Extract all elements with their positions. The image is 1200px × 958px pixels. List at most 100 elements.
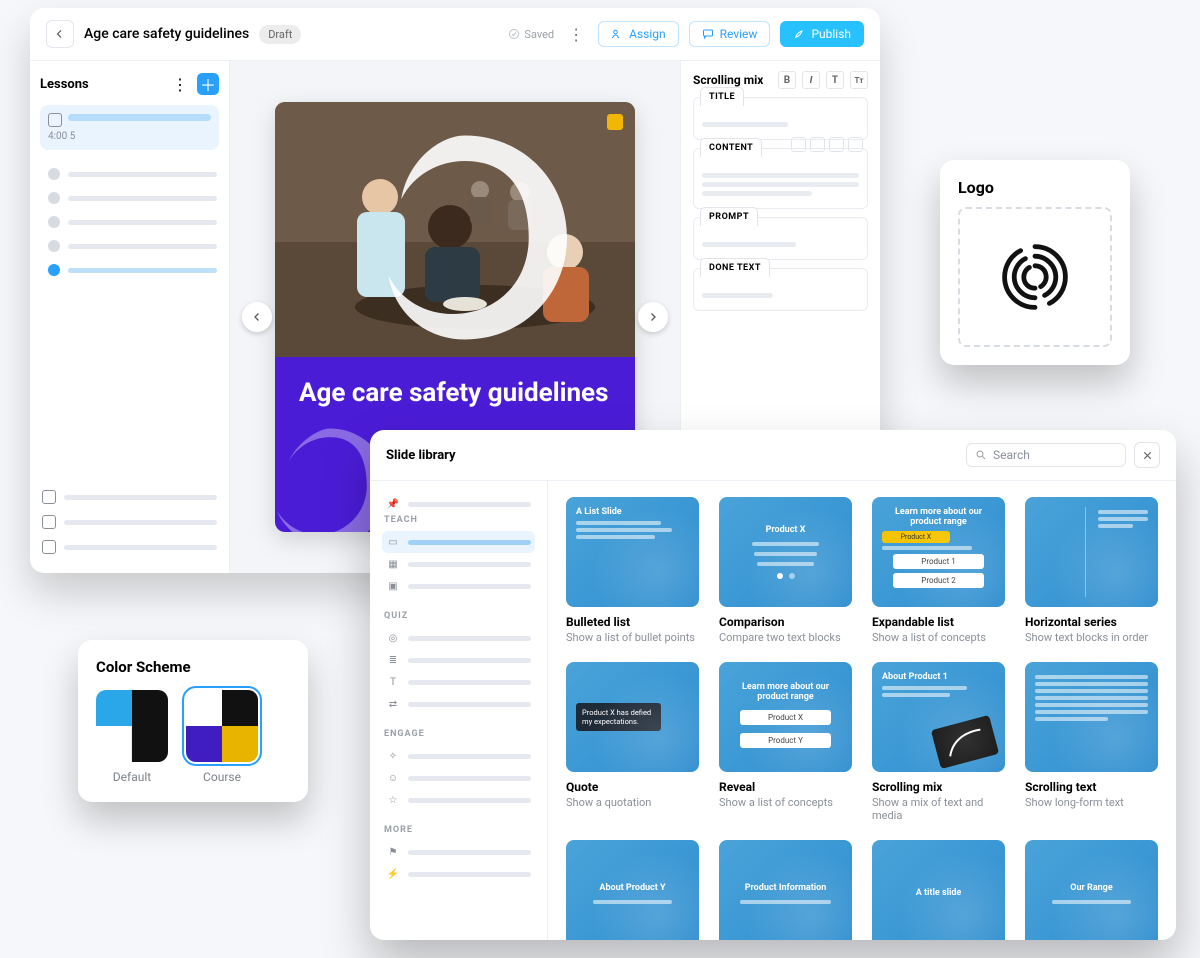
slide-tag <box>607 114 623 130</box>
outline-item[interactable] <box>46 164 219 184</box>
content-panel[interactable]: CONTENT <box>693 148 868 209</box>
chevron-right-icon <box>647 311 659 323</box>
sidebar-item[interactable]: ⚡ <box>382 863 535 885</box>
selected-lesson-card[interactable]: 4:00 5 <box>40 105 219 150</box>
template-name: Bulleted list <box>566 615 699 629</box>
slide-image <box>275 102 635 357</box>
textsize-button[interactable]: Tт <box>850 71 868 89</box>
lessons-heading: Lessons <box>40 77 163 92</box>
template-reveal[interactable]: Learn more about our product range Produ… <box>719 662 852 822</box>
format-tools: B I T Tт <box>778 71 868 89</box>
text-button[interactable]: T <box>826 71 844 89</box>
more-menu[interactable]: ⋮ <box>564 22 588 46</box>
template-thumb: Learn more about our product range Produ… <box>872 497 1005 607</box>
review-button[interactable]: Review <box>689 21 771 47</box>
book-icon <box>42 490 56 504</box>
sidebar-item[interactable]: 📌 <box>382 493 535 515</box>
template-expandable-list[interactable]: Learn more about our product range Produ… <box>872 497 1005 644</box>
thumb-title: Learn more about our product range <box>882 507 995 527</box>
outline-item[interactable] <box>46 236 219 256</box>
scheme-course[interactable]: Course <box>186 690 258 784</box>
template-bulleted-list[interactable]: A List Slide Bulleted list Show a list o… <box>566 497 699 644</box>
sidebar-item[interactable]: ◎ <box>382 627 535 649</box>
template-scrolling-text[interactable]: Scrolling text Show long-form text <box>1025 662 1158 822</box>
star-icon: ☆ <box>386 793 400 807</box>
tool-icon[interactable] <box>848 137 863 152</box>
inspector-heading: Scrolling mix <box>693 73 770 87</box>
template-comparison[interactable]: Product X Comparison Compare two text bl… <box>719 497 852 644</box>
template-row3[interactable]: A title slide <box>872 840 1005 940</box>
outline-item-active[interactable] <box>46 260 219 280</box>
library-sidebar: 📌 TEACH ▭ ▦ ▣ QUIZ ◎ ≣ T ⇄ ENGAGE ✧ ☺ ☆ <box>370 481 548 940</box>
text-icon: T <box>386 675 400 689</box>
arrow-left-icon <box>54 28 66 40</box>
document-title[interactable]: Age care safety guidelines <box>84 26 249 42</box>
sidebar-item[interactable]: ⇄ <box>382 693 535 715</box>
status-badge: Draft <box>259 25 301 44</box>
sidebar-item[interactable]: T <box>382 671 535 693</box>
done-panel[interactable]: DONE TEXT <box>693 268 868 311</box>
bolt-icon: ⚡ <box>386 867 400 881</box>
chevron-left-icon <box>251 311 263 323</box>
template-desc: Show a mix of text and media <box>872 796 1005 822</box>
tool-icon[interactable] <box>810 137 825 152</box>
tool-icon[interactable] <box>791 137 806 152</box>
add-lesson-button[interactable]: ＋ <box>197 73 219 95</box>
lessons-menu[interactable]: ⋮ <box>169 73 191 95</box>
search-input[interactable]: Search <box>966 443 1126 467</box>
footer-item[interactable] <box>40 486 219 508</box>
scheme-default[interactable]: Default <box>96 690 168 784</box>
assign-button[interactable]: Assign <box>598 21 679 47</box>
sidebar-item[interactable]: ☆ <box>382 789 535 811</box>
thumb-title: About Product 1 <box>882 672 995 682</box>
group-heading: ENGAGE <box>384 729 535 739</box>
logo-dropzone[interactable] <box>958 207 1112 347</box>
bold-button[interactable]: B <box>778 71 796 89</box>
footer-item[interactable] <box>40 536 219 558</box>
thumb-title: Product X <box>766 525 806 535</box>
slide-library-window: Slide library Search 📌 TEACH ▭ ▦ ▣ QUIZ … <box>370 430 1176 940</box>
template-desc: Show a list of concepts <box>872 631 1005 644</box>
lesson-icon <box>48 113 62 127</box>
footer-item[interactable] <box>40 511 219 533</box>
lessons-footer <box>40 483 219 561</box>
template-quote[interactable]: Product X has defied my expectations. Qu… <box>566 662 699 822</box>
thumb-title: A title slide <box>916 888 962 898</box>
sidebar-item[interactable]: ▦ <box>382 553 535 575</box>
template-row3[interactable]: Our Range <box>1025 840 1158 940</box>
next-slide-button[interactable] <box>638 302 668 332</box>
back-button[interactable] <box>46 20 74 48</box>
publish-button[interactable]: Publish <box>780 21 864 47</box>
template-row3[interactable]: About Product Y <box>566 840 699 940</box>
template-horizontal-series[interactable]: Horizontal series Show text blocks in or… <box>1025 497 1158 644</box>
prompt-panel[interactable]: PROMPT <box>693 217 868 260</box>
sidebar-item[interactable]: ☺ <box>382 767 535 789</box>
outline-item[interactable] <box>46 188 219 208</box>
thumb-title: About Product Y <box>599 883 665 893</box>
template-scrolling-mix[interactable]: About Product 1 Scrolling mix Show a mix… <box>872 662 1005 822</box>
sidebar-item[interactable]: ✧ <box>382 745 535 767</box>
prev-slide-button[interactable] <box>242 302 272 332</box>
sidebar-item[interactable]: ▣ <box>382 575 535 597</box>
outline-item[interactable] <box>46 212 219 232</box>
template-name: Expandable list <box>872 615 1005 629</box>
italic-button[interactable]: I <box>802 71 820 89</box>
template-thumb: A List Slide <box>566 497 699 607</box>
sidebar-item[interactable]: ≣ <box>382 649 535 671</box>
publish-label: Publish <box>811 27 851 41</box>
sidebar-item-active[interactable]: ▭ <box>382 531 535 553</box>
title-panel[interactable]: TITLE <box>693 97 868 140</box>
library-grid: A List Slide Bulleted list Show a list o… <box>548 481 1176 940</box>
close-button[interactable] <box>1134 442 1160 468</box>
template-row3[interactable]: Product Information <box>719 840 852 940</box>
thumb-title: Product Information <box>745 883 827 893</box>
template-name: Horizontal series <box>1025 615 1158 629</box>
swatch-label: Course <box>186 770 258 784</box>
group-heading: TEACH <box>384 515 535 525</box>
panel-tab: PROMPT <box>700 207 758 226</box>
tool-icon[interactable] <box>829 137 844 152</box>
sidebar-item[interactable]: ⚑ <box>382 841 535 863</box>
template-thumb: Product Information <box>719 840 852 940</box>
panel-tab: CONTENT <box>700 138 762 157</box>
swatch-default <box>96 690 168 762</box>
